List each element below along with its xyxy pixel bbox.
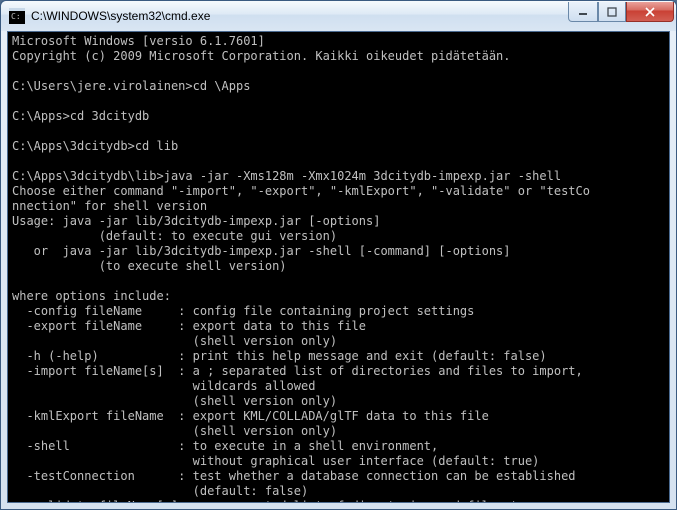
cmd-window: C: C:\WINDOWS\system32\cmd.exe Microsoft… — [0, 0, 677, 510]
titlebar[interactable]: C: C:\WINDOWS\system32\cmd.exe — [1, 1, 676, 31]
window-controls — [568, 2, 674, 22]
window-title: C:\WINDOWS\system32\cmd.exe — [31, 9, 568, 23]
cmd-icon: C: — [9, 8, 25, 24]
maximize-button[interactable] — [598, 2, 626, 22]
minimize-button[interactable] — [568, 2, 598, 22]
console-area[interactable]: Microsoft Windows [versio 6.1.7601] Copy… — [7, 31, 670, 503]
svg-text:C:: C: — [11, 12, 21, 21]
console-output: Microsoft Windows [versio 6.1.7601] Copy… — [8, 32, 669, 503]
close-button[interactable] — [626, 2, 674, 22]
